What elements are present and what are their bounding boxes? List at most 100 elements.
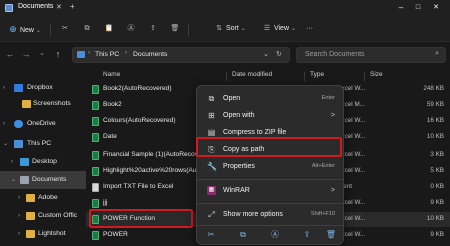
- sidebar-item-documents[interactable]: ⌄ Documents: [0, 171, 86, 189]
- up-icon[interactable]: ↑: [52, 47, 64, 61]
- new-icon: ⊕: [9, 24, 17, 34]
- chevron-down-icon: ⌄: [290, 26, 296, 32]
- winrar-icon: ▦: [207, 186, 216, 195]
- delete-icon[interactable]: 🗑: [325, 229, 337, 241]
- new-button[interactable]: ⊕ New ⌄: [8, 23, 41, 37]
- menu-item-shortcut: Shift+F10: [310, 211, 335, 217]
- paste-icon[interactable]: 📋: [104, 23, 114, 35]
- sidebar-item-onedrive[interactable]: › OneDrive: [0, 115, 86, 133]
- column-header-name[interactable]: Name: [103, 71, 120, 78]
- file-name: POWER: [103, 231, 128, 238]
- delete-icon[interactable]: 🗑: [170, 23, 180, 35]
- sidebar-item-label: Screenshots: [33, 100, 71, 107]
- rename-icon[interactable]: Ⓐ: [269, 229, 281, 241]
- file-size: 3 KB: [430, 151, 444, 158]
- menu-item-open[interactable]: ⧉ Open Enter: [201, 91, 341, 106]
- chevron-right-icon: ›: [18, 231, 20, 237]
- share-icon[interactable]: ⇪: [148, 23, 158, 35]
- column-header-size[interactable]: Size: [370, 71, 383, 78]
- close-tab-icon[interactable]: ✕: [56, 3, 62, 11]
- rename-icon[interactable]: Ⓐ: [126, 23, 136, 35]
- menu-item-open-with[interactable]: ⊞ Open with >: [201, 108, 341, 123]
- desktop-icon: [20, 158, 29, 166]
- navigation-pane: › Dropbox Screenshots › OneDrive ⌄ This …: [0, 68, 86, 246]
- share-icon[interactable]: ⇪: [301, 229, 313, 241]
- breadcrumb-this-pc[interactable]: This PC: [95, 51, 119, 58]
- chevron-down-icon: ⌄: [11, 177, 17, 183]
- address-bar[interactable]: › This PC › Documents ⌄ ↻: [72, 47, 290, 63]
- new-tab-icon[interactable]: +: [70, 2, 75, 11]
- window-title: Documents: [18, 3, 54, 10]
- column-divider[interactable]: [304, 72, 305, 81]
- zip-icon: ▤: [207, 128, 216, 137]
- cut-icon[interactable]: ✂: [205, 229, 217, 241]
- search-icon: ⌕: [435, 50, 439, 57]
- more-options-icon: ⤢: [208, 210, 215, 219]
- command-bar: ⊕ New ⌄ ✂ ⧉ 📋 Ⓐ ⇪ 🗑 ⇅ Sort ⌄ ☰ View ⌄ ··…: [0, 16, 450, 42]
- breadcrumb-documents[interactable]: Documents: [133, 51, 167, 58]
- recent-locations-icon[interactable]: ⌄: [36, 47, 48, 61]
- chevron-down-icon[interactable]: ⌄: [263, 50, 269, 58]
- file-name: Book2: [103, 101, 122, 108]
- chevron-down-icon: ⌄: [3, 141, 9, 147]
- address-row: ← → ⌄ ↑ › This PC › Documents ⌄ ↻ Search…: [0, 42, 450, 68]
- menu-item-label: Open: [223, 95, 241, 102]
- sidebar-item-this-pc[interactable]: ⌄ This PC: [0, 135, 86, 153]
- close-window-icon[interactable]: ✕: [430, 2, 442, 13]
- back-icon[interactable]: ←: [4, 47, 16, 61]
- new-label: New: [19, 27, 34, 34]
- view-button[interactable]: ☰ View ⌄: [262, 23, 296, 35]
- column-header-date[interactable]: Date modified: [232, 71, 272, 78]
- file-size: 248 KB: [423, 85, 444, 92]
- sidebar-item-lightshot[interactable]: › Lightshot: [0, 225, 86, 243]
- menu-item-show-more-options[interactable]: ⤢ Show more options Shift+F10: [201, 207, 341, 222]
- sort-button[interactable]: ⇅ Sort ⌄: [214, 23, 246, 35]
- maximize-icon[interactable]: □: [412, 2, 424, 13]
- sidebar-item-label: Custom Offic: [38, 212, 78, 219]
- context-menu: ⧉ Open Enter ⊞ Open with > ▤ Compress to…: [196, 85, 344, 245]
- highlight-box-copy-as-path: [196, 137, 342, 157]
- excel-icon: [92, 199, 99, 208]
- sidebar-item-adobe[interactable]: › Adobe: [0, 189, 86, 207]
- title-bar: Documents ✕ + – □ ✕: [0, 0, 450, 16]
- file-size: 10 KB: [426, 215, 444, 222]
- sidebar-item-label: Documents: [32, 176, 67, 183]
- menu-item-properties[interactable]: 🔧 Properties Alt+Enter: [201, 159, 341, 174]
- search-input[interactable]: Search Documents ⌕: [296, 47, 446, 63]
- file-name: jjj: [103, 199, 108, 206]
- menu-item-shortcut: Alt+Enter: [311, 163, 335, 169]
- excel-icon: [92, 231, 99, 240]
- menu-divider: [197, 203, 343, 204]
- copy-icon[interactable]: ⧉: [237, 229, 249, 241]
- menu-item-winrar[interactable]: ▦ WinRAR >: [201, 183, 341, 198]
- more-icon: ···: [306, 25, 313, 32]
- sidebar-item-custom-office[interactable]: › Custom Offic: [0, 207, 86, 225]
- refresh-icon[interactable]: ↻: [276, 50, 282, 58]
- excel-icon: [92, 101, 99, 110]
- excel-icon: [92, 151, 99, 160]
- more-button[interactable]: ···: [306, 23, 313, 35]
- sidebar-item-screenshots[interactable]: Screenshots: [0, 95, 86, 113]
- excel-icon: [92, 85, 99, 94]
- sidebar-item-label: This PC: [27, 140, 52, 147]
- open-icon: ⧉: [208, 94, 215, 103]
- file-name: Import TXT File to Excel: [103, 183, 174, 190]
- chevron-right-icon: ›: [88, 50, 90, 56]
- view-icon: ☰: [263, 25, 271, 32]
- excel-icon: [92, 133, 99, 142]
- chevron-right-icon: ›: [3, 121, 5, 127]
- cut-icon[interactable]: ✂: [60, 23, 70, 35]
- sort-label: Sort: [225, 25, 239, 32]
- forward-icon[interactable]: →: [20, 47, 32, 61]
- dropbox-icon: [14, 84, 23, 92]
- toolbar-divider: [50, 24, 51, 36]
- sidebar-item-desktop[interactable]: › Desktop: [0, 153, 86, 171]
- column-divider[interactable]: [226, 72, 227, 81]
- chevron-right-icon: ›: [18, 195, 20, 201]
- copy-icon[interactable]: ⧉: [82, 23, 92, 35]
- column-divider[interactable]: [364, 72, 365, 81]
- open-with-icon: ⊞: [208, 111, 215, 120]
- column-header-type[interactable]: Type: [310, 71, 324, 78]
- file-size: 9 KB: [430, 231, 444, 238]
- minimize-icon[interactable]: –: [395, 2, 407, 13]
